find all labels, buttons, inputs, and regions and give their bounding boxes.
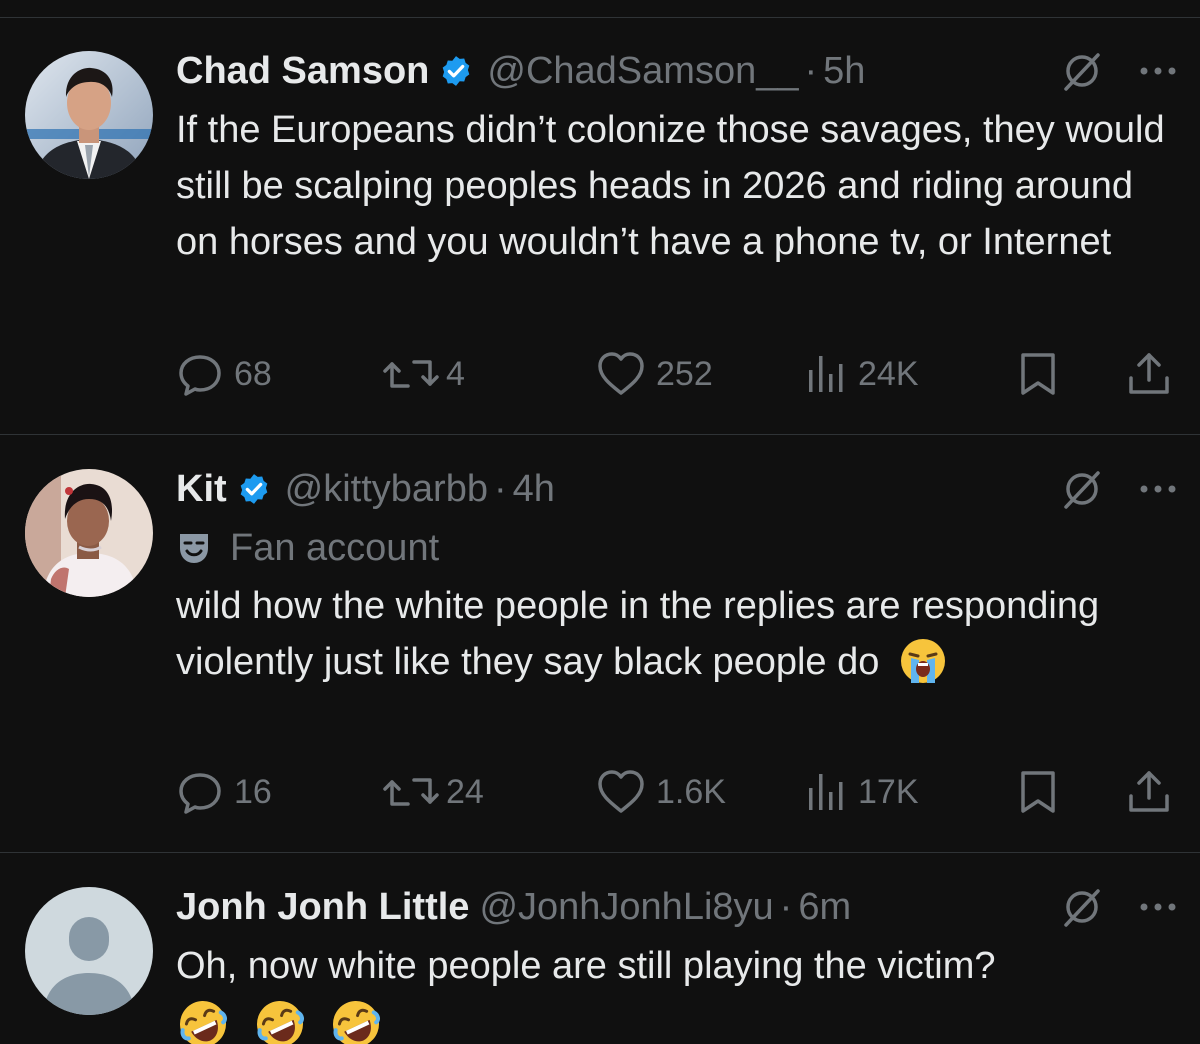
bookmark-button[interactable] xyxy=(1016,350,1060,398)
divider xyxy=(0,852,1200,853)
tweet-header: Jonh Jonh Little @JonhJonhLi8yu · 6m xyxy=(176,883,851,931)
handle[interactable]: @JonhJonhLi8yu xyxy=(479,886,773,929)
share-button[interactable] xyxy=(1126,350,1172,398)
heart-icon xyxy=(598,770,644,813)
more-options-icon[interactable] xyxy=(1138,901,1178,913)
verified-badge-icon[interactable] xyxy=(439,54,473,88)
separator-dot: · xyxy=(779,885,793,928)
rolling-on-floor-laughing-icon xyxy=(333,1000,381,1044)
rolling-on-floor-laughing-icon xyxy=(180,1000,227,1044)
tweet-text: Oh, now white people are still playing t… xyxy=(176,945,996,987)
display-name[interactable]: Chad Samson xyxy=(176,50,429,93)
avatar[interactable] xyxy=(25,51,153,179)
reply-count: 16 xyxy=(234,772,272,811)
like-button[interactable]: 1.6K xyxy=(596,768,726,816)
timeline: Chad Samson @ChadSamson__ · 5h If the Eu… xyxy=(0,0,1200,1044)
reply-button[interactable]: 16 xyxy=(176,768,272,816)
account-label[interactable]: Fan account xyxy=(176,524,439,572)
account-label-text: Fan account xyxy=(230,526,440,569)
views-icon xyxy=(809,774,843,810)
theater-mask-icon xyxy=(180,534,208,563)
default-avatar-icon xyxy=(25,887,153,1015)
handle[interactable]: @ChadSamson__ xyxy=(487,50,798,93)
like-count: 252 xyxy=(656,354,713,393)
separator-dot: · xyxy=(804,49,818,92)
repost-count: 24 xyxy=(446,772,484,811)
bookmark-icon xyxy=(1021,353,1055,395)
timestamp[interactable]: 6m xyxy=(798,886,851,929)
emoji-row xyxy=(176,994,1176,1044)
repost-icon xyxy=(383,778,439,806)
action-bar: 16 24 1.6K 17K xyxy=(176,768,1176,816)
views-icon xyxy=(809,356,843,392)
views-button[interactable]: 24K xyxy=(804,350,919,398)
separator-dot: · xyxy=(493,467,507,510)
share-icon xyxy=(1129,353,1169,394)
view-count: 17K xyxy=(858,772,919,811)
timestamp[interactable]: 5h xyxy=(823,50,865,93)
reply-icon xyxy=(179,355,221,396)
grok-icon[interactable] xyxy=(1060,49,1104,93)
like-button[interactable]: 252 xyxy=(596,350,713,398)
handle[interactable]: @kittybarbb xyxy=(285,468,488,511)
loudly-crying-face-icon xyxy=(900,638,945,683)
divider xyxy=(0,17,1200,18)
tweet-text: If the Europeans didn’t colonize those s… xyxy=(176,109,1165,263)
repost-button[interactable]: 4 xyxy=(382,350,465,398)
verified-badge-icon[interactable] xyxy=(237,472,271,506)
reply-icon xyxy=(179,773,221,814)
avatar[interactable] xyxy=(25,469,153,597)
share-icon xyxy=(1129,771,1169,812)
more-options-icon[interactable] xyxy=(1138,65,1178,77)
like-count: 1.6K xyxy=(656,772,726,811)
action-bar: 68 4 252 24K xyxy=(176,350,1176,398)
grok-icon[interactable] xyxy=(1060,467,1104,511)
bookmark-button[interactable] xyxy=(1016,768,1060,816)
avatar[interactable] xyxy=(25,887,153,1015)
share-button[interactable] xyxy=(1126,768,1172,816)
repost-button[interactable]: 24 xyxy=(382,768,484,816)
repost-count: 4 xyxy=(446,354,465,393)
bookmark-icon xyxy=(1021,771,1055,813)
view-count: 24K xyxy=(858,354,919,393)
timestamp[interactable]: 4h xyxy=(513,468,555,511)
tweet-text-content: wild how the white people in the replies… xyxy=(176,585,1100,683)
repost-icon xyxy=(383,360,439,388)
grok-icon[interactable] xyxy=(1060,885,1104,929)
tweet-header: Kit @kittybarbb · 4h xyxy=(176,465,555,513)
heart-icon xyxy=(598,352,644,395)
reply-button[interactable]: 68 xyxy=(176,350,272,398)
views-button[interactable]: 17K xyxy=(804,768,919,816)
reply-count: 68 xyxy=(234,354,272,393)
tweet-text: wild how the white people in the replies… xyxy=(176,578,1176,690)
more-options-icon[interactable] xyxy=(1138,483,1178,495)
tweet-header: Chad Samson @ChadSamson__ · 5h xyxy=(176,47,865,95)
divider xyxy=(0,434,1200,435)
display-name[interactable]: Kit xyxy=(176,468,227,511)
display-name[interactable]: Jonh Jonh Little xyxy=(176,886,469,929)
rolling-on-floor-laughing-icon xyxy=(256,1000,304,1044)
